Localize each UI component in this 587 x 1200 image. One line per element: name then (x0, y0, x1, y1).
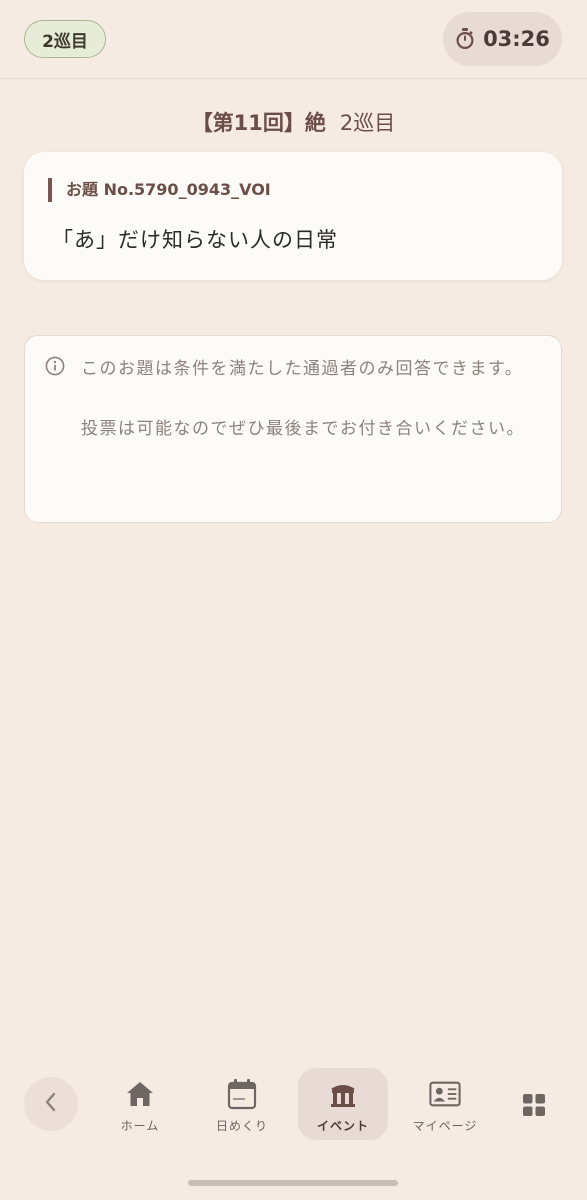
calendar-icon (226, 1078, 258, 1110)
chevron-left-icon (42, 1091, 60, 1117)
event-icon (327, 1078, 359, 1110)
nav-label-event: イベント (316, 1119, 369, 1133)
home-icon (124, 1078, 156, 1110)
notice-line-voting: 投票は可能なのでぜひ最後までお付き合いください。 (81, 419, 525, 439)
home-indicator (188, 1180, 398, 1186)
timer-value: 03:26 (483, 27, 550, 51)
round-badge[interactable]: 2巡目 (24, 20, 106, 58)
event-title-main: 【第11回】絶 (191, 111, 326, 135)
timer-badge: 03:26 (443, 12, 562, 66)
page-title: 【第11回】絶 2巡目 (0, 107, 587, 137)
grid-icon[interactable] (519, 1090, 549, 1120)
info-icon (45, 356, 65, 376)
nav-label-mypage: マイページ (412, 1119, 478, 1133)
nav-item-calendar[interactable]: 日めくり (197, 1068, 287, 1140)
nav-label-home: ホーム (120, 1119, 160, 1133)
stopwatch-icon (455, 28, 475, 50)
topic-number-label: お題 No.5790_0943_VOI (48, 178, 271, 202)
notice-line-eligibility: このお題は条件を満たした通過者のみ回答できます。 (81, 359, 524, 379)
notice-text: このお題は条件を満たした通過者のみ回答できます。 投票は可能なのでぜひ最後までお… (81, 354, 541, 444)
topic-card: お題 No.5790_0943_VOI 「あ」だけ知らない人の日常 (24, 152, 562, 280)
nav-item-home[interactable]: ホーム (95, 1068, 185, 1140)
topic-text: 「あ」だけ知らない人の日常 (52, 228, 338, 252)
nav-item-mypage[interactable]: マイページ (400, 1068, 490, 1140)
id-card-icon (429, 1078, 461, 1110)
top-bar: 2巡目 03:26 (0, 0, 587, 79)
nav-label-calendar: 日めくり (215, 1119, 268, 1133)
event-title-sub: 2巡目 (339, 111, 396, 135)
back-button[interactable] (24, 1077, 78, 1131)
notice-card: このお題は条件を満たした通過者のみ回答できます。 投票は可能なのでぜひ最後までお… (24, 335, 562, 523)
nav-item-event[interactable]: イベント (298, 1068, 388, 1140)
round-badge-label: 2巡目 (42, 31, 88, 52)
bottom-nav: ホーム 日めくり イベント マイページ (0, 1065, 587, 1145)
